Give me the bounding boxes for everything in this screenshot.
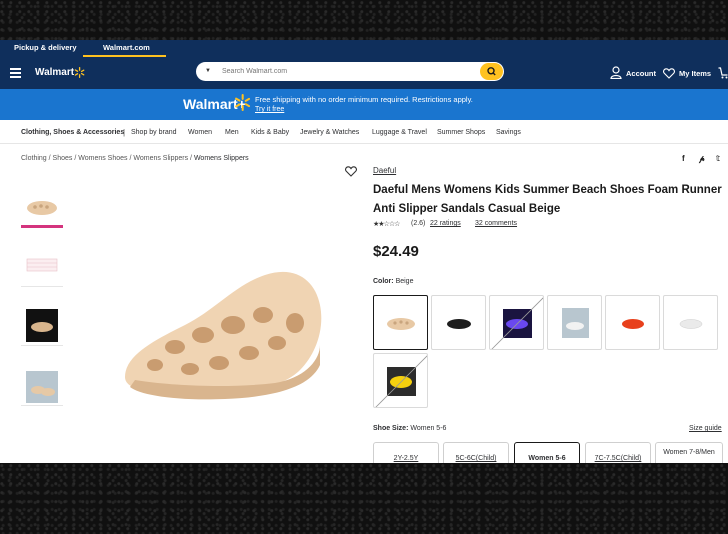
size-option[interactable]: 2Y-2.5Y [373, 442, 439, 463]
color-label: Color: Beige [373, 278, 414, 285]
size-guide-link[interactable]: Size guide [689, 425, 722, 432]
favorite-heart-icon[interactable] [345, 166, 357, 177]
cat-savings[interactable]: Savings [496, 129, 521, 136]
try-it-free-link[interactable]: Try it free [255, 106, 284, 113]
menu-icon[interactable] [10, 68, 21, 78]
my-items-button[interactable]: My Items [679, 69, 711, 78]
cat-men[interactable]: Men [225, 129, 239, 136]
size-option[interactable]: Women 7-8/Men [655, 442, 723, 463]
spark-icon [235, 94, 251, 111]
color-value: Beige [395, 278, 414, 285]
breadcrumb-item[interactable]: Womens Shoes [78, 155, 127, 162]
size-label: Shoe Size: Women 5-6 [373, 425, 447, 432]
color-swatch-yellow-unavailable[interactable] [373, 353, 428, 408]
cat-jewelry-watches[interactable]: Jewelry & Watches [300, 129, 359, 136]
seller-link[interactable]: Daeful [373, 166, 396, 175]
size-option[interactable]: 7C-7.5C(Child) [585, 442, 651, 463]
breadcrumb-item[interactable]: Shoes [53, 155, 73, 162]
color-swatch-black[interactable] [431, 295, 486, 350]
color-swatch-purple-unavailable[interactable] [489, 295, 544, 350]
account-icon [610, 66, 622, 79]
breadcrumb: Clothing / Shoes / Womens Shoes / Womens… [21, 155, 249, 162]
search-bar: ▼ [196, 62, 504, 81]
nav-divider: | [123, 128, 126, 137]
main-product-image[interactable] [115, 265, 330, 405]
tab-pickup-delivery[interactable]: Pickup & delivery [14, 43, 77, 52]
tab-walmart-com[interactable]: Walmart.com [103, 43, 150, 52]
color-swatch-white-worn[interactable] [547, 295, 602, 350]
account-button[interactable]: Account [626, 69, 656, 78]
thumbnail-2[interactable] [21, 245, 63, 287]
size-chart-thumbnail [26, 258, 58, 272]
cart-icon[interactable] [718, 67, 728, 79]
search-icon [487, 67, 496, 76]
thumbnail-4[interactable] [21, 364, 63, 406]
pinterest-icon[interactable]: 𝓅 [699, 154, 705, 164]
cat-kids-baby[interactable]: Kids & Baby [251, 129, 289, 136]
color-swatch-white[interactable] [663, 295, 718, 350]
dark-frame-top [0, 0, 728, 40]
comments-link[interactable]: 32 comments [475, 220, 517, 227]
product-title: Daeful Mens Womens Kids Summer Beach Sho… [373, 184, 722, 215]
spark-icon [74, 67, 85, 78]
walmart-plus-banner[interactable]: Walmart+ Free shipping with no order min… [0, 89, 728, 120]
breadcrumb-current: Womens Slippers [193, 155, 249, 162]
shoe-thumbnail [27, 201, 57, 215]
thumbnail-3[interactable] [21, 304, 63, 346]
ratings-link[interactable]: 22 ratings [430, 220, 461, 227]
active-tab-underline [83, 55, 166, 57]
thumbnail-1[interactable] [21, 186, 63, 228]
walmart-logo-text[interactable]: Walmart [35, 67, 74, 78]
facebook-icon[interactable]: f [682, 154, 685, 163]
cat-women[interactable]: Women [188, 129, 212, 136]
department-dropdown[interactable]: ▼ [198, 64, 218, 79]
site-header: Pickup & delivery Walmart.com Walmart ▼ [0, 40, 728, 89]
breadcrumb-item[interactable]: Womens Slippers [133, 155, 188, 162]
size-option[interactable]: 5C-6C(Child) [443, 442, 509, 463]
color-swatch-red[interactable] [605, 295, 660, 350]
size-option-selected[interactable]: Women 5-6 [514, 442, 580, 463]
promo-text: Free shipping with no order minimum requ… [255, 95, 473, 104]
shoe-worn-thumbnail [26, 371, 58, 403]
cat-summer-shops[interactable]: Summer Shops [437, 129, 485, 136]
product-price: $24.49 [373, 243, 419, 260]
cat-shop-by-brand[interactable]: Shop by brand [131, 129, 177, 136]
color-swatch-beige[interactable] [373, 295, 428, 350]
rating-value: (2.6) [411, 220, 426, 227]
star-rating: ★★☆☆☆ [373, 221, 400, 228]
search-input[interactable] [222, 64, 477, 79]
dark-frame-bottom [0, 463, 728, 534]
search-button[interactable] [480, 63, 503, 80]
twitter-icon[interactable]: 𝕥 [716, 154, 720, 163]
shoe-dark-thumbnail [26, 309, 58, 342]
category-nav: Clothing, Shoes & Accessories | Shop by … [0, 120, 728, 144]
heart-icon [663, 68, 675, 79]
breadcrumb-item[interactable]: Clothing [21, 155, 47, 162]
walmart-page: Pickup & delivery Walmart.com Walmart ▼ [0, 40, 728, 463]
cat-luggage-travel[interactable]: Luggage & Travel [372, 129, 427, 136]
cat-clothing-shoes-accessories[interactable]: Clothing, Shoes & Accessories [21, 129, 124, 136]
size-value: Women 5-6 [410, 425, 447, 432]
